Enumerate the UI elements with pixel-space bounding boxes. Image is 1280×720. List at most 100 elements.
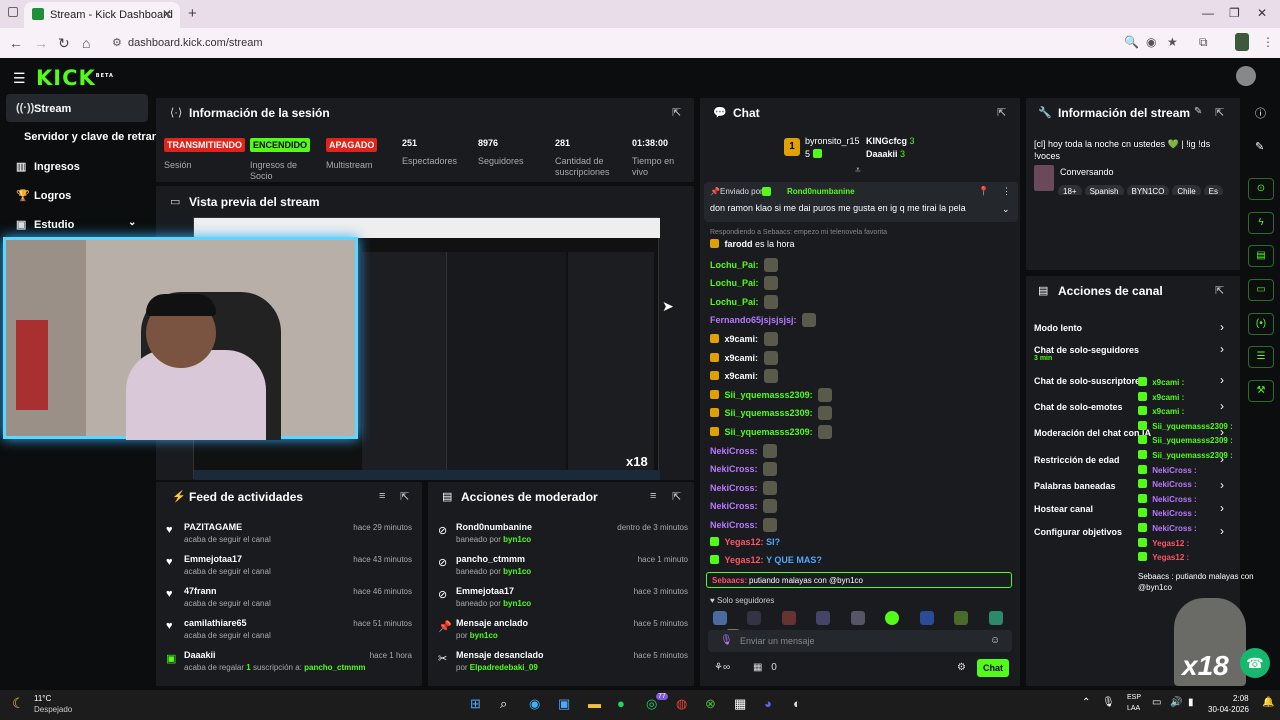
sidebar-item-estudio[interactable]: ▣ Estudio ⌄ [6, 210, 148, 238]
chat-username[interactable]: NekiCross: [710, 483, 758, 493]
microphone-icon[interactable]: 🎙 [720, 635, 733, 646]
rail-target-icon[interactable]: ⊙ [1248, 178, 1274, 200]
emote-icon[interactable] [713, 611, 727, 625]
collapse-icon[interactable]: ⩡ [855, 165, 861, 176]
new-tab-button[interactable]: + [188, 5, 197, 22]
chat-username[interactable]: Lochu_Pai: [710, 260, 759, 270]
chat-username[interactable]: x9cami: [725, 334, 759, 344]
chat-message[interactable]: NekiCross: [710, 480, 778, 495]
home-icon[interactable]: ⌂ [82, 35, 90, 51]
rail-bolt-icon[interactable]: ϟ [1248, 212, 1274, 234]
tag[interactable]: Chile [1172, 185, 1201, 195]
channel-action-item[interactable]: Configurar objetivos › [1034, 524, 1230, 548]
chat-username[interactable]: x9cami: [725, 353, 759, 363]
top-gifter-3[interactable]: Daaakii 3 [866, 149, 905, 159]
mod-row[interactable]: ⊘ Rond0numbanine dentro de 3 minutos ban… [436, 520, 692, 548]
mod-row[interactable]: 📌 Mensaje anclado hace 5 minutos por byn… [436, 616, 692, 644]
kick-logo[interactable]: KICKBETA [36, 66, 114, 90]
chat-message[interactable]: NekiCross: [710, 518, 778, 532]
rail-list-icon[interactable]: ☰ [1248, 346, 1274, 368]
chat-username[interactable]: Yegas12: [725, 537, 764, 547]
clock-time[interactable]: 2:08 [1233, 694, 1249, 703]
tag[interactable]: Es [1203, 185, 1223, 195]
zoom-icon[interactable]: 🔍 [1124, 35, 1139, 49]
maximize-icon[interactable]: ❐ [1229, 6, 1240, 20]
channel-action-item[interactable]: Palabras baneadas › [1034, 478, 1230, 502]
emote-icon[interactable] [816, 611, 831, 625]
emote-icon[interactable] [885, 611, 900, 625]
send-chat-button[interactable]: Chat [977, 659, 1009, 677]
chat-message[interactable]: NekiCross: [710, 443, 778, 458]
tag[interactable]: 18+ [1058, 185, 1082, 195]
edit-icon[interactable]: ✎ [1194, 106, 1202, 117]
chat-message[interactable]: NekiCross: [710, 462, 778, 477]
expand-icon[interactable]: ⇱ [672, 106, 681, 119]
feed-row[interactable]: ▣ Daaakii hace 1 hora acaba de regalar 1… [164, 648, 420, 676]
chat-message[interactable]: Fernando65jsjsjsjsj: [710, 313, 817, 328]
chat-message[interactable]: Sii_yquemasss2309: [710, 406, 833, 421]
unpin-icon[interactable]: 📍 [978, 186, 989, 197]
top-gifter-2[interactable]: KINGcfcg 3 [866, 136, 915, 146]
profile-avatar[interactable] [1235, 33, 1249, 51]
expand-icon[interactable]: ⇱ [400, 490, 409, 503]
tag[interactable]: BYN1CO [1126, 185, 1170, 195]
chat-username[interactable]: Lochu_Pai: [710, 297, 759, 307]
chat-username[interactable]: Sii_yquemasss2309: [725, 390, 813, 400]
rail-chat-icon[interactable]: ▭ [1248, 279, 1274, 301]
emote-icon[interactable] [781, 611, 796, 625]
sidebar-item-ingresos[interactable]: ▥ Ingresos [6, 152, 148, 180]
address-bar[interactable]: ⚙ dashboard.kick.com/stream [108, 32, 1198, 54]
mod-row[interactable]: ⊘ Emmejotaa17 hace 3 minutos baneado por… [436, 584, 692, 612]
emote-icon[interactable] [850, 611, 865, 625]
channel-action-item[interactable]: Hostear canal › [1034, 501, 1230, 525]
chat-message[interactable]: Sii_yquemasss2309: [710, 387, 833, 402]
chat-username[interactable]: Sii_yquemasss2309: [725, 427, 813, 437]
chat-message[interactable]: Lochu_Pai: [710, 257, 779, 272]
chrome-icon[interactable]: ◍ [676, 696, 687, 712]
discord-icon[interactable]: ◕ [764, 696, 772, 711]
tab-list-icon[interactable] [8, 7, 18, 17]
expand-icon[interactable]: ⇱ [1215, 106, 1224, 119]
chat-username[interactable]: NekiCross: [710, 446, 758, 456]
eye-off-icon[interactable]: ◉ [1146, 35, 1156, 49]
chat-username[interactable]: NekiCross: [710, 464, 758, 474]
chat-username[interactable]: Lochu_Pai: [710, 278, 759, 288]
chat-username[interactable]: Yegas12: [725, 555, 764, 565]
obs-icon[interactable]: ◐ [793, 696, 801, 711]
weather-temp[interactable]: 11°C [34, 694, 51, 703]
feed-row[interactable]: ♥ PAZITAGAME hace 29 minutos acaba de se… [164, 520, 420, 548]
search-icon[interactable]: ⌕ [500, 696, 507, 712]
back-icon[interactable]: ← [9, 35, 23, 51]
chat-message[interactable]: x9cami: [710, 350, 778, 365]
battery-icon[interactable]: ▮ [1188, 697, 1194, 708]
chat-username[interactable]: x9cami: [725, 371, 759, 381]
chat-message[interactable]: Yegas12: SI? [710, 536, 780, 547]
chat-message[interactable]: x9cami: [710, 332, 778, 346]
expand-icon[interactable]: ⇱ [672, 490, 681, 503]
chat-username[interactable]: Fernando65jsjsjsjsj: [710, 315, 797, 325]
feed-row[interactable]: ♥ camilathiare65 hace 51 minutos acaba d… [164, 616, 420, 644]
channel-action-item[interactable]: Modo lento › [1034, 320, 1230, 344]
sidebar-item-server-key[interactable]: Servidor y clave de retransmisión [6, 122, 156, 150]
mod-row[interactable]: ⊘ pancho_ctmmm hace 1 minuto baneado por… [436, 552, 692, 580]
hamburger-menu-icon[interactable]: ☰ [13, 70, 26, 87]
rail-document-icon[interactable]: ▤ [1248, 245, 1274, 267]
expand-icon[interactable]: ⇱ [997, 106, 1006, 119]
mod-row[interactable]: ✂ Mensaje desanclado hace 5 minutos por … [436, 648, 692, 676]
start-icon[interactable]: ⊞ [470, 696, 481, 712]
rewards-icon[interactable]: ⚘∞ [714, 662, 730, 673]
chat-message[interactable]: Lochu_Pai: [710, 276, 779, 291]
sidebar-item-stream[interactable]: ((·)) Stream [6, 94, 148, 122]
channel-action-item[interactable]: Chat de solo-seguidores 3 min › [1034, 342, 1230, 366]
chat-message[interactable]: Lochu_Pai: [710, 294, 779, 309]
emote-icon[interactable] [919, 611, 934, 625]
channel-action-item[interactable]: Chat de solo-suscriptores › [1034, 373, 1230, 397]
extensions-icon[interactable]: ⧉ [1199, 35, 1208, 50]
highlighted-message[interactable]: Sebaacs: putiando malayas con @byn1co [706, 572, 1012, 588]
channel-action-item[interactable]: Chat de solo-emotes › [1034, 399, 1230, 423]
store-icon[interactable]: ▣ [558, 696, 570, 712]
close-window-icon[interactable]: ✕ [1257, 6, 1267, 20]
emote-icon[interactable] [747, 611, 762, 625]
volume-icon[interactable]: 🔊 [1170, 697, 1182, 708]
pinned-message[interactable]: 📌 Enviado por Rond0numbanine don ramon k… [704, 182, 1018, 222]
